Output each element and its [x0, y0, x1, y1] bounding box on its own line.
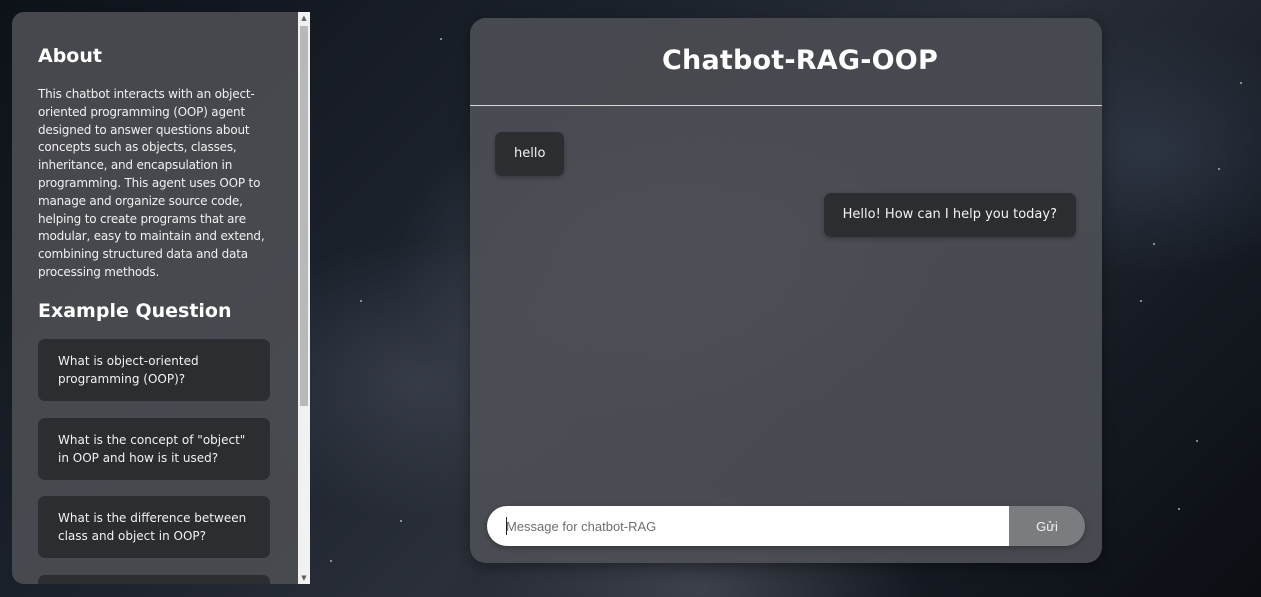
- star: [330, 560, 332, 562]
- text-caret: [506, 517, 507, 535]
- chat-header: Chatbot-RAG-OOP: [470, 18, 1102, 106]
- example-question-title: Example Question: [38, 300, 232, 322]
- sidebar: About This chatbot interacts with an obj…: [12, 12, 310, 584]
- example-question-card[interactable]: [38, 575, 270, 584]
- about-text: This chatbot interacts with an object-or…: [38, 87, 265, 279]
- example-question-card[interactable]: What is object-oriented programming (OOP…: [38, 339, 270, 401]
- star: [1140, 300, 1142, 302]
- star: [1196, 440, 1198, 442]
- scrollbar-thumb[interactable]: [300, 26, 308, 406]
- star: [360, 300, 362, 302]
- message-input-bar: Gửi: [487, 506, 1085, 546]
- chat-title: Chatbot-RAG-OOP: [662, 45, 938, 76]
- message-input[interactable]: [487, 506, 1009, 546]
- example-question-card[interactable]: What is the concept of "object" in OOP a…: [38, 418, 270, 480]
- scroll-down-arrow-icon[interactable]: ▼: [298, 572, 310, 584]
- send-button[interactable]: Gửi: [1009, 506, 1085, 546]
- star: [1218, 168, 1220, 170]
- star: [400, 520, 402, 522]
- chat-panel: Chatbot-RAG-OOP hello Hello! How can I h…: [470, 18, 1102, 563]
- user-message: hello: [495, 132, 565, 176]
- sidebar-content[interactable]: About This chatbot interacts with an obj…: [12, 12, 298, 584]
- star: [1153, 243, 1155, 245]
- scroll-up-arrow-icon[interactable]: ▲: [298, 12, 310, 24]
- about-title: About: [38, 45, 102, 67]
- star: [1240, 82, 1242, 84]
- bot-message: Hello! How can I help you today?: [823, 193, 1076, 237]
- star: [1178, 508, 1180, 510]
- star: [440, 38, 442, 40]
- sidebar-scrollbar[interactable]: ▲ ▼: [298, 12, 310, 584]
- example-question-card[interactable]: What is the difference between class and…: [38, 496, 270, 558]
